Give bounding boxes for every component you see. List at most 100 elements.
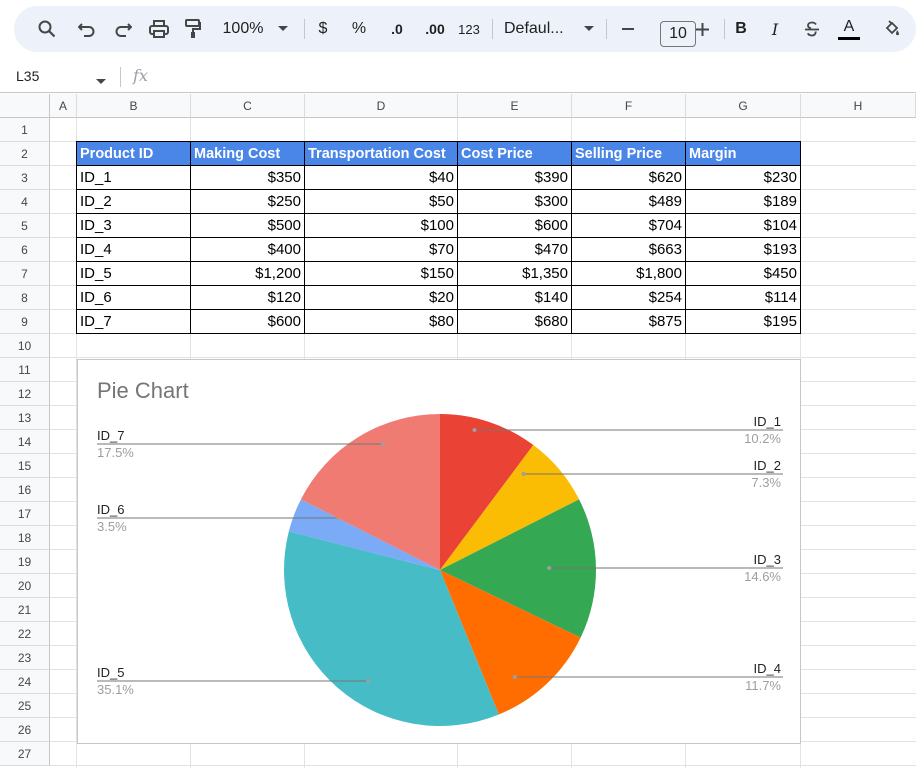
header-cell[interactable]: Selling Price bbox=[572, 142, 686, 166]
table-cell[interactable]: $100 bbox=[305, 214, 458, 238]
table-cell[interactable]: $20 bbox=[305, 286, 458, 310]
row-header-12[interactable]: 12 bbox=[0, 382, 50, 406]
column-header-h[interactable]: H bbox=[801, 94, 916, 118]
row-header-22[interactable]: 22 bbox=[0, 622, 50, 646]
header-cell[interactable]: Making Cost bbox=[191, 142, 305, 166]
table-cell[interactable]: $350 bbox=[191, 166, 305, 190]
zoom-value[interactable]: 100% bbox=[214, 6, 272, 52]
font-family-select[interactable]: Defaul... bbox=[504, 6, 574, 52]
redo-icon[interactable] bbox=[108, 6, 138, 52]
table-cell[interactable]: $193 bbox=[686, 238, 801, 262]
plus-icon[interactable] bbox=[690, 6, 714, 52]
table-cell[interactable]: ID_3 bbox=[77, 214, 191, 238]
column-header-b[interactable]: B bbox=[77, 94, 191, 118]
row-header-13[interactable]: 13 bbox=[0, 406, 50, 430]
zoom-dropdown-icon[interactable] bbox=[272, 6, 294, 52]
minus-icon[interactable] bbox=[616, 6, 640, 52]
row-header-1[interactable]: 1 bbox=[0, 118, 50, 142]
table-cell[interactable]: ID_7 bbox=[77, 310, 191, 334]
row-header-7[interactable]: 7 bbox=[0, 262, 50, 286]
row-header-8[interactable]: 8 bbox=[0, 286, 50, 310]
name-box-dropdown-icon[interactable] bbox=[96, 72, 106, 90]
header-cell[interactable]: Margin bbox=[686, 142, 801, 166]
table-cell[interactable]: $1,350 bbox=[458, 262, 572, 286]
print-icon[interactable] bbox=[144, 6, 174, 52]
currency-format-button[interactable]: $ bbox=[312, 6, 334, 52]
row-header-27[interactable]: 27 bbox=[0, 742, 50, 766]
row-header-3[interactable]: 3 bbox=[0, 166, 50, 190]
row-header-16[interactable]: 16 bbox=[0, 478, 50, 502]
column-header-c[interactable]: C bbox=[191, 94, 305, 118]
row-header-11[interactable]: 11 bbox=[0, 358, 50, 382]
table-cell[interactable]: ID_5 bbox=[77, 262, 191, 286]
pie-chart[interactable]: Pie Chart ID_1 10.2% ID_2 7.3% ID_3 14.6% ID_4… bbox=[77, 359, 801, 744]
table-cell[interactable]: $104 bbox=[686, 214, 801, 238]
row-header-23[interactable]: 23 bbox=[0, 646, 50, 670]
row-header-21[interactable]: 21 bbox=[0, 598, 50, 622]
table-cell[interactable]: $489 bbox=[572, 190, 686, 214]
table-cell[interactable]: $875 bbox=[572, 310, 686, 334]
table-cell[interactable]: ID_2 bbox=[77, 190, 191, 214]
table-cell[interactable]: ID_4 bbox=[77, 238, 191, 262]
italic-button[interactable]: I bbox=[764, 6, 786, 52]
column-header-e[interactable]: E bbox=[458, 94, 572, 118]
column-header-f[interactable]: F bbox=[572, 94, 686, 118]
name-box[interactable]: L35 bbox=[16, 68, 39, 84]
table-cell[interactable]: $600 bbox=[458, 214, 572, 238]
table-cell[interactable]: $120 bbox=[191, 286, 305, 310]
table-cell[interactable]: $450 bbox=[686, 262, 801, 286]
table-cell[interactable]: $300 bbox=[458, 190, 572, 214]
table-cell[interactable]: ID_1 bbox=[77, 166, 191, 190]
row-header-26[interactable]: 26 bbox=[0, 718, 50, 742]
table-cell[interactable]: $1,800 bbox=[572, 262, 686, 286]
row-header-17[interactable]: 17 bbox=[0, 502, 50, 526]
select-all-corner[interactable] bbox=[0, 94, 50, 118]
percent-format-button[interactable]: % bbox=[346, 6, 372, 52]
table-cell[interactable]: $140 bbox=[458, 286, 572, 310]
table-cell[interactable]: $400 bbox=[191, 238, 305, 262]
paint-format-icon[interactable] bbox=[178, 6, 208, 52]
header-cell[interactable]: Cost Price bbox=[458, 142, 572, 166]
table-cell[interactable]: $50 bbox=[305, 190, 458, 214]
table-cell[interactable]: $150 bbox=[305, 262, 458, 286]
column-header-d[interactable]: D bbox=[305, 94, 458, 118]
table-cell[interactable]: $390 bbox=[458, 166, 572, 190]
row-header-2[interactable]: 2 bbox=[0, 142, 50, 166]
bold-button[interactable]: B bbox=[730, 6, 752, 52]
row-header-20[interactable]: 20 bbox=[0, 574, 50, 598]
row-header-6[interactable]: 6 bbox=[0, 238, 50, 262]
table-cell[interactable]: ID_6 bbox=[77, 286, 191, 310]
row-header-5[interactable]: 5 bbox=[0, 214, 50, 238]
row-header-24[interactable]: 24 bbox=[0, 670, 50, 694]
table-cell[interactable]: $230 bbox=[686, 166, 801, 190]
table-cell[interactable]: $500 bbox=[191, 214, 305, 238]
row-header-15[interactable]: 15 bbox=[0, 454, 50, 478]
font-dropdown-icon[interactable] bbox=[579, 6, 599, 52]
table-cell[interactable]: $40 bbox=[305, 166, 458, 190]
number-format-button[interactable]: 123 bbox=[454, 6, 484, 52]
column-header-a[interactable]: A bbox=[50, 94, 77, 118]
table-cell[interactable]: $470 bbox=[458, 238, 572, 262]
table-cell[interactable]: $80 bbox=[305, 310, 458, 334]
search-icon[interactable] bbox=[32, 6, 62, 52]
decrease-decimal-button[interactable]: .0 bbox=[382, 6, 412, 52]
row-header-19[interactable]: 19 bbox=[0, 550, 50, 574]
header-cell[interactable]: Transportation Cost bbox=[305, 142, 458, 166]
row-header-25[interactable]: 25 bbox=[0, 694, 50, 718]
table-cell[interactable]: $680 bbox=[458, 310, 572, 334]
header-cell[interactable]: Product ID bbox=[77, 142, 191, 166]
row-header-18[interactable]: 18 bbox=[0, 526, 50, 550]
table-cell[interactable]: $620 bbox=[572, 166, 686, 190]
table-cell[interactable]: $1,200 bbox=[191, 262, 305, 286]
table-cell[interactable]: $663 bbox=[572, 238, 686, 262]
column-header-g[interactable]: G bbox=[686, 94, 801, 118]
table-cell[interactable]: $189 bbox=[686, 190, 801, 214]
row-header-4[interactable]: 4 bbox=[0, 190, 50, 214]
increase-decimal-button[interactable]: .00 bbox=[418, 6, 452, 52]
table-cell[interactable]: $250 bbox=[191, 190, 305, 214]
row-header-10[interactable]: 10 bbox=[0, 334, 50, 358]
table-cell[interactable]: $70 bbox=[305, 238, 458, 262]
table-cell[interactable]: $704 bbox=[572, 214, 686, 238]
row-header-9[interactable]: 9 bbox=[0, 310, 50, 334]
fill-color-icon[interactable] bbox=[880, 6, 906, 52]
